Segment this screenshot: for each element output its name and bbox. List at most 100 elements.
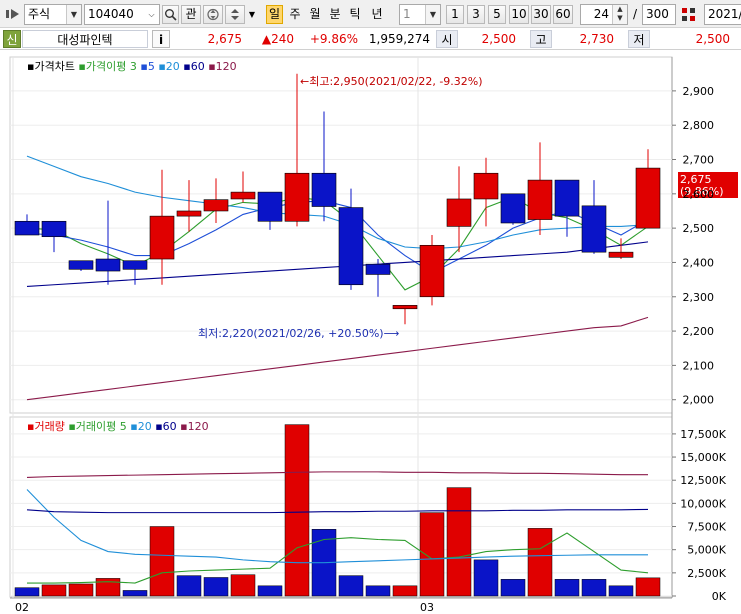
info-button[interactable]: i — [152, 30, 170, 48]
volume-bar — [500, 579, 526, 597]
x-axis-labels: 02 03 — [15, 601, 434, 614]
volume-legend-item[interactable]: ▪20 — [127, 420, 152, 433]
price-change: ▲240 — [261, 32, 294, 46]
volume-bar — [581, 579, 607, 597]
search-icon — [165, 9, 177, 21]
spin-updown-button[interactable] — [225, 5, 245, 24]
interval-30-button[interactable]: 30 — [531, 5, 551, 24]
gwan-button[interactable]: 관 — [181, 5, 201, 24]
volume-bar — [446, 487, 472, 597]
candle-body — [311, 172, 337, 207]
candle-body — [68, 260, 94, 270]
interval-1-button[interactable]: 1 — [446, 5, 464, 24]
interval-5-button[interactable]: 5 — [488, 5, 506, 24]
candle-body — [230, 191, 256, 200]
interval-3-button[interactable]: 3 — [467, 5, 485, 24]
total-count-input[interactable]: 300 — [642, 4, 676, 25]
price-legend-item[interactable]: ▪가격차트 — [27, 60, 75, 73]
period-monthly-button[interactable]: 월 — [307, 5, 323, 24]
interval-select[interactable]: 1 ▼ — [399, 4, 441, 25]
volume-bar — [284, 424, 310, 597]
date-field[interactable]: 2021/ — [704, 4, 741, 25]
volume-bar — [122, 590, 148, 597]
volume-tick-label: 10,000K — [680, 497, 726, 510]
volume-bar — [419, 512, 445, 597]
trade-volume: 1,959,274 — [368, 32, 430, 46]
period-weekly-button[interactable]: 주 — [287, 5, 303, 24]
volume-tick-label: 5,000K — [687, 544, 726, 557]
volume-bar — [257, 585, 283, 597]
price-legend-item[interactable]: ▪가격이평 3 — [75, 60, 137, 73]
code-input[interactable]: 104040 ⌵ — [84, 4, 160, 25]
x-tick-label: 02 — [15, 601, 29, 614]
volume-tick-label: 7,500K — [687, 521, 726, 534]
low-annotation: 최저:2,220(2021/02/26, +20.50%)⟶ — [198, 327, 400, 340]
interval-10-button[interactable]: 10 — [509, 5, 529, 24]
price-legend-item[interactable]: ▪60 — [180, 60, 205, 73]
price-legend-item[interactable]: ▪120 — [205, 60, 237, 73]
stepper-arrows-icon[interactable]: ▲ ▼ — [612, 5, 627, 24]
candle-body — [338, 207, 364, 286]
candle-body — [446, 198, 472, 227]
volume-bar — [392, 585, 418, 597]
volume-panel-frame — [9, 416, 673, 598]
open-label: 시 — [436, 30, 458, 48]
settings-icon[interactable] — [680, 6, 698, 24]
market-select-value: 주식 — [28, 7, 51, 21]
candle-body — [365, 263, 391, 275]
volume-bar — [365, 585, 391, 597]
chart-area: ▪가격차트 ▪가격이평 3 ▪5 ▪20 ▪60 ▪120 ▪거래량 ▪거래이평… — [0, 50, 741, 614]
current-price: 2,675 — [207, 32, 242, 46]
price-y-axis-labels: 2,000 2,100 2,200 2,300 2,400 2,500 2,600 2,700… — [672, 85, 714, 407]
period-tick-button[interactable]: 틱 — [347, 5, 363, 24]
volume-legend-item[interactable]: ▪거래이평 5 — [65, 420, 127, 433]
volume-bar — [41, 584, 67, 597]
volume-legend-item[interactable]: ▪거래량 — [27, 420, 65, 433]
volume-legend-item[interactable]: ▪60 — [152, 420, 177, 433]
price-legend-item[interactable]: ▪20 — [155, 60, 180, 73]
high-annotation: ←최고:2,950(2021/02/22, -9.32%) — [300, 75, 483, 88]
period-minute-button[interactable]: 분 — [327, 5, 343, 24]
market-select[interactable]: 주식 ▼ — [24, 4, 82, 25]
volume-bar — [149, 526, 175, 597]
price-legend: ▪가격차트 ▪가격이평 3 ▪5 ▪20 ▪60 ▪120 — [27, 60, 237, 73]
price-tick-label: 2,400 — [683, 256, 715, 269]
sync-button[interactable] — [203, 5, 223, 24]
price-volume-chart[interactable]: ▪가격차트 ▪가격이평 3 ▪5 ▪20 ▪60 ▪120 ▪거래량 ▪거래이평… — [0, 50, 741, 614]
volume-bar — [608, 585, 634, 597]
period-daily-button[interactable]: 일 — [266, 5, 283, 24]
volume-bar — [527, 528, 553, 597]
candle-body — [203, 199, 229, 212]
volume-bar — [95, 578, 121, 597]
menu-chevron-icon[interactable]: ▼ — [247, 5, 257, 24]
credit-tag: 신 — [3, 30, 21, 48]
interval-60-button[interactable]: 60 — [553, 5, 573, 24]
candle-body — [635, 167, 661, 229]
search-button[interactable] — [162, 5, 179, 24]
candle-body — [392, 305, 418, 310]
candle-body — [527, 179, 553, 220]
panel-toggle-icon[interactable] — [5, 7, 21, 21]
price-tick-label: 2,300 — [683, 291, 715, 304]
volume-bar — [14, 587, 40, 597]
chevron-down-icon: ▼ — [425, 5, 440, 24]
low-price: 2,500 — [695, 32, 730, 46]
volume-legend-item[interactable]: ▪120 — [177, 420, 209, 433]
candle-body — [176, 210, 202, 217]
price-tick-label: 2,700 — [683, 154, 715, 167]
period-yearly-button[interactable]: 년 — [369, 5, 385, 24]
price-legend-item[interactable]: ▪5 — [137, 60, 155, 73]
count-value: 24 — [593, 7, 609, 21]
price-tick-label: 2,200 — [683, 325, 715, 338]
price-tick-label: 2,500 — [683, 222, 715, 235]
candle-body — [284, 172, 310, 222]
updown-arrows-icon — [231, 9, 239, 20]
candle-body — [608, 251, 634, 258]
volume-tick-label: 2,500K — [687, 567, 726, 580]
price-change-pct: +9.86% — [309, 32, 358, 46]
volume-bar — [230, 574, 256, 597]
high-price: 2,730 — [579, 32, 614, 46]
count-stepper[interactable]: 24 ▲ ▼ — [580, 4, 628, 25]
candle-body — [149, 215, 175, 260]
volume-bar — [554, 579, 580, 597]
